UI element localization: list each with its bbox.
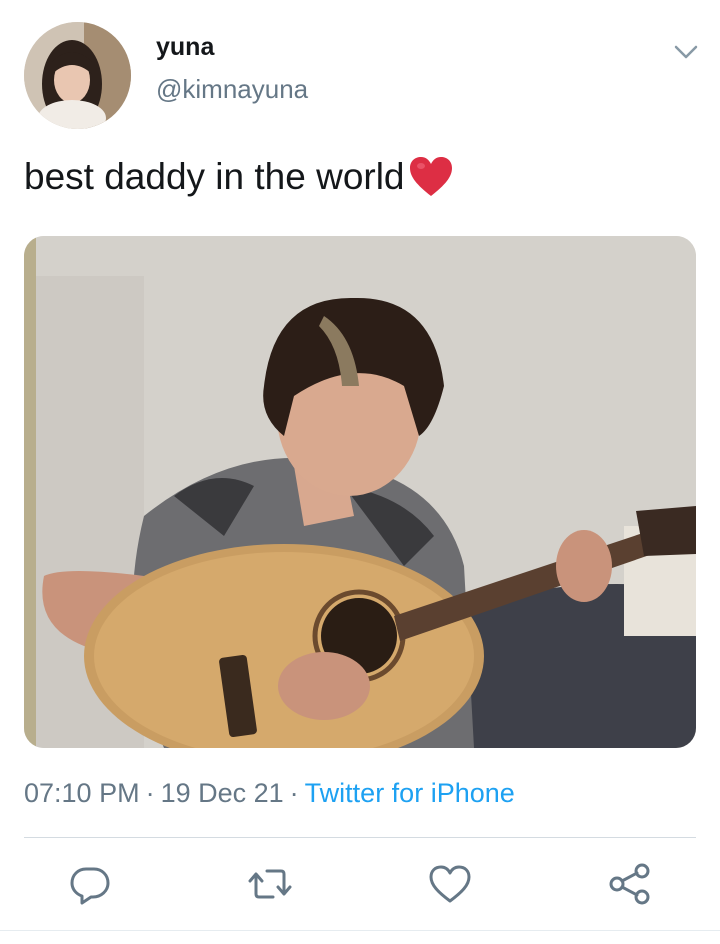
tweet-timestamp-line: 07:10 PM · 19 Dec 21 · Twitter for iPhone <box>24 778 515 809</box>
tweet-time: 07:10 PM <box>24 778 140 808</box>
user-name[interactable]: yuna <box>156 33 214 62</box>
tweet-source-link[interactable]: Twitter for iPhone <box>305 778 515 808</box>
action-bar <box>24 852 696 916</box>
share-icon[interactable] <box>606 860 654 908</box>
like-icon[interactable] <box>426 860 474 908</box>
tweet-card: yuna @kimnayuna best daddy in the world <box>0 0 720 944</box>
divider <box>24 837 696 838</box>
user-handle[interactable]: @kimnayuna <box>156 74 308 105</box>
separator-dot: · <box>289 778 299 808</box>
tweet-text-content: best daddy in the world <box>24 156 405 197</box>
tweet-text: best daddy in the world <box>24 154 455 200</box>
tweet-date: 19 Dec 21 <box>160 778 284 808</box>
avatar-image <box>24 22 131 129</box>
reply-icon[interactable] <box>66 860 114 908</box>
avatar[interactable] <box>24 22 131 129</box>
photo-guitar-player <box>24 236 696 748</box>
separator-dot: · <box>145 778 155 808</box>
chevron-down-icon[interactable] <box>670 36 702 68</box>
retweet-icon[interactable] <box>246 860 294 908</box>
heart-emoji-icon <box>407 154 455 200</box>
tweet-media-photo[interactable] <box>24 236 696 748</box>
bottom-border <box>0 930 720 931</box>
